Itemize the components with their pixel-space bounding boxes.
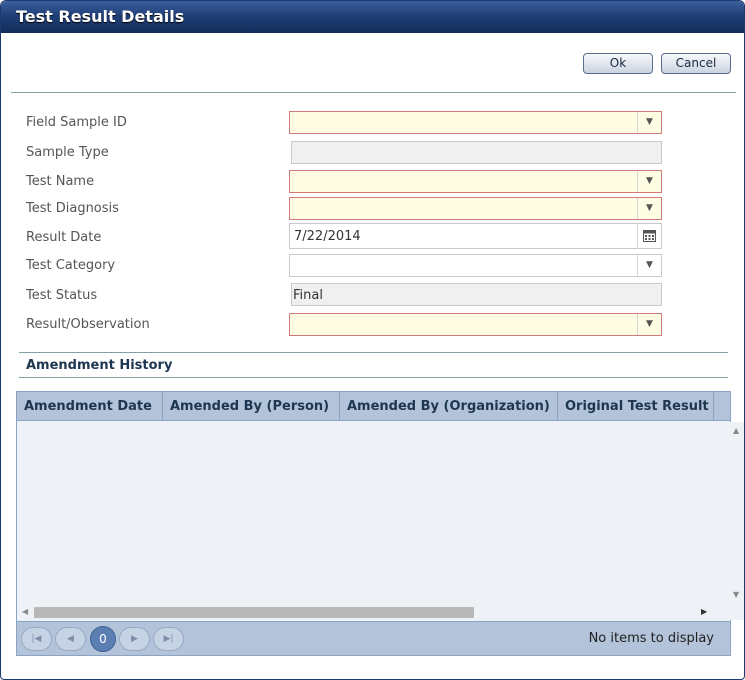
vertical-scrollbar[interactable]: ▲ ▼ — [729, 422, 744, 620]
result-date-label: Result Date — [26, 230, 102, 245]
dropdown-arrow-icon[interactable]: ▼ — [637, 314, 661, 335]
dropdown-arrow-icon[interactable]: ▼ — [637, 198, 661, 219]
test-name-combobox[interactable]: ▼ — [289, 170, 662, 193]
test-status-label: Test Status — [26, 288, 98, 303]
field-sample-id-label: Field Sample ID — [26, 115, 127, 130]
ok-button[interactable]: Ok — [583, 53, 653, 74]
scroll-right-icon[interactable]: ▶ — [701, 607, 707, 616]
title-bar[interactable]: Test Result Details — [1, 1, 744, 33]
field-sample-id-combobox[interactable]: ▼ — [289, 111, 662, 134]
dialog-title: Test Result Details — [16, 7, 185, 26]
column-header-amendment-date[interactable]: Amendment Date — [17, 392, 163, 420]
grid-pager: |◀ ◀ 0 ▶ ▶| No items to display — [17, 621, 730, 655]
grid-header: Amendment Date Amended By (Person) Amend… — [17, 392, 730, 421]
section-bottom-divider — [19, 377, 728, 378]
last-page-icon[interactable]: ▶| — [153, 627, 184, 651]
column-header-original-test-result[interactable]: Original Test Result — [558, 392, 714, 420]
result-observation-label: Result/Observation — [26, 317, 150, 332]
horizontal-scrollbar[interactable]: ◀ ▶ — [17, 604, 730, 620]
pager-info: No items to display — [588, 631, 714, 646]
result-observation-combobox[interactable]: ▼ — [289, 313, 662, 336]
column-header-amended-by-person[interactable]: Amended By (Person) — [163, 392, 340, 420]
scroll-left-icon[interactable]: ◀ — [22, 607, 28, 616]
dropdown-arrow-icon[interactable]: ▼ — [637, 255, 661, 276]
test-status-field: Final — [291, 283, 662, 306]
prev-page-icon[interactable]: ◀ — [55, 627, 86, 651]
current-page-number[interactable]: 0 — [90, 626, 116, 652]
amendment-history-title: Amendment History — [26, 358, 173, 373]
toolbar-divider — [11, 92, 736, 93]
test-category-label: Test Category — [26, 258, 116, 273]
scroll-up-icon[interactable]: ▲ — [733, 426, 739, 435]
dropdown-arrow-icon[interactable]: ▼ — [637, 171, 661, 192]
test-diagnosis-label: Test Diagnosis — [26, 201, 119, 216]
test-result-details-dialog: Test Result Details Ok Cancel Field Samp… — [0, 0, 745, 680]
next-page-icon[interactable]: ▶ — [119, 627, 150, 651]
sample-type-label: Sample Type — [26, 145, 109, 160]
test-category-combobox[interactable]: ▼ — [289, 254, 662, 277]
test-name-label: Test Name — [26, 174, 95, 189]
cancel-button[interactable]: Cancel — [661, 53, 731, 74]
sample-type-field — [291, 141, 662, 164]
horizontal-scroll-thumb[interactable] — [34, 607, 474, 618]
section-top-divider — [19, 352, 728, 353]
test-diagnosis-combobox[interactable]: ▼ — [289, 197, 662, 220]
dropdown-arrow-icon[interactable]: ▼ — [637, 112, 661, 133]
first-page-icon[interactable]: |◀ — [21, 627, 52, 651]
result-date-value: 7/22/2014 — [294, 229, 361, 244]
result-date-picker[interactable]: 7/22/2014 — [289, 223, 662, 249]
column-header-amended-by-organization[interactable]: Amended By (Organization) — [340, 392, 558, 420]
calendar-icon[interactable] — [637, 224, 661, 248]
amendment-history-grid: Amendment Date Amended By (Person) Amend… — [16, 391, 744, 656]
test-status-value: Final — [293, 288, 323, 303]
scroll-down-icon[interactable]: ▼ — [733, 590, 739, 599]
